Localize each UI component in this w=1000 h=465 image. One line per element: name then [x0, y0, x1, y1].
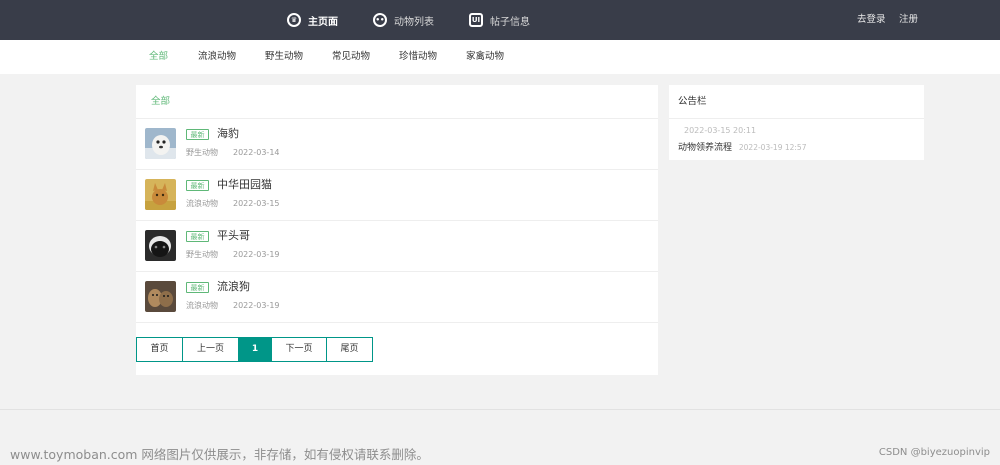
item-title[interactable]: 平头哥 — [217, 229, 250, 243]
login-link[interactable]: 去登录 — [857, 0, 886, 40]
posts-icon: UI — [469, 13, 483, 27]
item-category: 野生动物 — [186, 250, 218, 259]
watermark-text: www.toymoban.com 网络图片仅供展示，非存储，如有侵权请联系删除。 — [10, 447, 429, 462]
footer-divider — [0, 409, 1000, 410]
cat-thumbnail — [145, 179, 176, 210]
honey-badger-thumbnail — [145, 230, 176, 261]
nav-home-label: 主页面 — [308, 16, 338, 28]
new-badge: 最新 — [186, 129, 209, 140]
item-date: 2022-03-15 — [233, 199, 280, 208]
animal-list-icon: •• — [373, 13, 387, 27]
register-link[interactable]: 注册 — [899, 0, 918, 40]
nav-animals-label: 动物列表 — [394, 16, 434, 28]
notice-date: 2022-03-19 12:57 — [738, 143, 807, 152]
credit-text: CSDN @biyezuopinvip — [878, 447, 990, 458]
list-item[interactable]: 最新 中华田园猫 流浪动物 2022-03-15 — [136, 170, 658, 221]
notice-item[interactable]: 动物领养流程 2022-03-19 12:57 — [678, 142, 806, 154]
animal-list-panel: 全部 最新 海豹 野生动物 2022-03-14 最新 中华田园猫 流浪动物 2… — [136, 85, 658, 375]
item-date: 2022-03-19 — [233, 250, 280, 259]
notice-panel: 公告栏 2022-03-15 20:11 动物领养流程 2022-03-19 1… — [669, 85, 924, 160]
new-badge: 最新 — [186, 282, 209, 293]
notice-heading: 公告栏 — [669, 85, 924, 119]
nav-posts-label: 帖子信息 — [490, 16, 530, 28]
list-heading: 全部 — [136, 85, 658, 119]
first-page-button[interactable]: 首页 — [136, 337, 183, 362]
new-badge: 最新 — [186, 180, 209, 191]
category-all[interactable]: 全部 — [149, 40, 168, 74]
seal-thumbnail — [145, 128, 176, 159]
category-stray[interactable]: 流浪动物 — [198, 40, 236, 74]
next-page-button[interactable]: 下一页 — [271, 337, 327, 362]
category-wild[interactable]: 野生动物 — [265, 40, 303, 74]
prev-page-button[interactable]: 上一页 — [182, 337, 239, 362]
category-nav: 全部 流浪动物 野生动物 常见动物 珍惜动物 家禽动物 — [0, 40, 1000, 74]
category-common[interactable]: 常见动物 — [332, 40, 370, 74]
list-item[interactable]: 最新 海豹 野生动物 2022-03-14 — [136, 119, 658, 170]
item-category: 流浪动物 — [186, 199, 218, 208]
notice-title[interactable]: 动物领养流程 — [678, 143, 732, 153]
dog-thumbnail — [145, 281, 176, 312]
item-category: 流浪动物 — [186, 301, 218, 310]
home-icon: ♛ — [287, 13, 301, 27]
top-navbar: ♛ 主页面 •• 动物列表 UI 帖子信息 去登录 注册 — [0, 0, 1000, 40]
nav-posts[interactable]: UI 帖子信息 — [469, 0, 530, 40]
item-title[interactable]: 海豹 — [217, 127, 239, 141]
category-rare[interactable]: 珍惜动物 — [399, 40, 437, 74]
new-badge: 最新 — [186, 231, 209, 242]
category-poultry[interactable]: 家禽动物 — [466, 40, 504, 74]
nav-animals[interactable]: •• 动物列表 — [373, 0, 434, 40]
last-page-button[interactable]: 尾页 — [326, 337, 373, 362]
item-date: 2022-03-14 — [233, 148, 280, 157]
item-category: 野生动物 — [186, 148, 218, 157]
list-item[interactable]: 最新 流浪狗 流浪动物 2022-03-19 — [136, 272, 658, 323]
item-title[interactable]: 流浪狗 — [217, 280, 250, 294]
current-page-button[interactable]: 1 — [238, 337, 272, 362]
list-item[interactable]: 最新 平头哥 野生动物 2022-03-19 — [136, 221, 658, 272]
pagination: 首页 上一页 1 下一页 尾页 — [136, 337, 373, 362]
nav-home[interactable]: ♛ 主页面 — [287, 0, 338, 40]
item-title[interactable]: 中华田园猫 — [217, 178, 272, 192]
item-date: 2022-03-19 — [233, 301, 280, 310]
notice-date: 2022-03-15 20:11 — [684, 126, 757, 135]
